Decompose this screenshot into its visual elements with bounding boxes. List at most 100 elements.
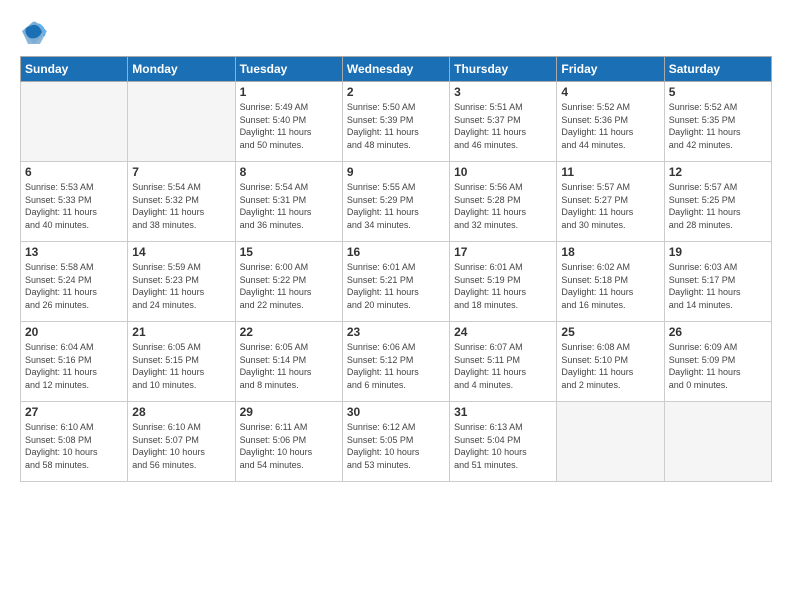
day-info: Sunrise: 5:55 AM Sunset: 5:29 PM Dayligh… (347, 181, 445, 231)
col-header-tuesday: Tuesday (235, 57, 342, 82)
day-number: 7 (132, 165, 230, 179)
day-info: Sunrise: 6:12 AM Sunset: 5:05 PM Dayligh… (347, 421, 445, 471)
week-row-2: 13Sunrise: 5:58 AM Sunset: 5:24 PM Dayli… (21, 242, 772, 322)
day-number: 18 (561, 245, 659, 259)
day-number: 21 (132, 325, 230, 339)
day-number: 23 (347, 325, 445, 339)
calendar-header: SundayMondayTuesdayWednesdayThursdayFrid… (21, 57, 772, 82)
calendar-cell: 17Sunrise: 6:01 AM Sunset: 5:19 PM Dayli… (450, 242, 557, 322)
calendar-cell: 8Sunrise: 5:54 AM Sunset: 5:31 PM Daylig… (235, 162, 342, 242)
calendar-cell: 13Sunrise: 5:58 AM Sunset: 5:24 PM Dayli… (21, 242, 128, 322)
day-info: Sunrise: 6:08 AM Sunset: 5:10 PM Dayligh… (561, 341, 659, 391)
day-info: Sunrise: 5:54 AM Sunset: 5:32 PM Dayligh… (132, 181, 230, 231)
day-number: 12 (669, 165, 767, 179)
calendar-cell: 14 Sunrise: 5:59 AM Sunset: 5:23 PM Dayli… (128, 242, 235, 322)
calendar-cell: 18 Sunrise: 6:02 AM Sunset: 5:18 PM Dayli… (557, 242, 664, 322)
calendar-cell: 10 Sunrise: 5:56 AM Sunset: 5:28 PM Dayli… (450, 162, 557, 242)
calendar-cell (664, 402, 771, 482)
day-number: 10 (454, 165, 552, 179)
calendar-body: 1Sunrise: 5:49 AM Sunset: 5:40 PM Daylig… (21, 82, 772, 482)
col-header-friday: Friday (557, 57, 664, 82)
day-number: 27 (25, 405, 123, 419)
week-row-4: 27 Sunrise: 6:10 AM Sunset: 5:08 PM Dayli… (21, 402, 772, 482)
day-number: 24 (454, 325, 552, 339)
day-info: Sunrise: 5:52 AM Sunset: 5:35 PM Dayligh… (669, 101, 767, 151)
calendar-cell: 27 Sunrise: 6:10 AM Sunset: 5:08 PM Dayli… (21, 402, 128, 482)
week-row-3: 20 Sunrise: 6:04 AM Sunset: 5:16 PM Dayli… (21, 322, 772, 402)
day-info: Sunrise: 6:02 AM Sunset: 5:18 PM Dayligh… (561, 261, 659, 311)
day-number: 20 (25, 325, 123, 339)
calendar-cell: 3 Sunrise: 5:51 AM Sunset: 5:37 PM Daylig… (450, 82, 557, 162)
day-number: 2 (347, 85, 445, 99)
col-header-saturday: Saturday (664, 57, 771, 82)
day-number: 22 (240, 325, 338, 339)
day-info: Sunrise: 6:10 AM Sunset: 5:08 PM Dayligh… (25, 421, 123, 471)
calendar-cell (557, 402, 664, 482)
col-header-sunday: Sunday (21, 57, 128, 82)
calendar-cell: 2 Sunrise: 5:50 AM Sunset: 5:39 PM Daylig… (342, 82, 449, 162)
day-info: Sunrise: 6:03 AM Sunset: 5:17 PM Dayligh… (669, 261, 767, 311)
day-number: 25 (561, 325, 659, 339)
header (20, 18, 772, 46)
calendar-cell: 31Sunrise: 6:13 AM Sunset: 5:04 PM Dayli… (450, 402, 557, 482)
logo-icon (20, 18, 48, 46)
calendar-cell: 26 Sunrise: 6:09 AM Sunset: 5:09 PM Dayli… (664, 322, 771, 402)
day-info: Sunrise: 6:09 AM Sunset: 5:09 PM Dayligh… (669, 341, 767, 391)
day-number: 3 (454, 85, 552, 99)
day-info: Sunrise: 5:57 AM Sunset: 5:27 PM Dayligh… (561, 181, 659, 231)
day-info: Sunrise: 6:07 AM Sunset: 5:11 PM Dayligh… (454, 341, 552, 391)
day-number: 29 (240, 405, 338, 419)
day-number: 6 (25, 165, 123, 179)
week-row-0: 1Sunrise: 5:49 AM Sunset: 5:40 PM Daylig… (21, 82, 772, 162)
day-number: 16 (347, 245, 445, 259)
day-info: Sunrise: 6:11 AM Sunset: 5:06 PM Dayligh… (240, 421, 338, 471)
calendar-cell: 19Sunrise: 6:03 AM Sunset: 5:17 PM Dayli… (664, 242, 771, 322)
col-header-monday: Monday (128, 57, 235, 82)
day-info: Sunrise: 6:04 AM Sunset: 5:16 PM Dayligh… (25, 341, 123, 391)
day-number: 15 (240, 245, 338, 259)
calendar-cell: 21 Sunrise: 6:05 AM Sunset: 5:15 PM Dayli… (128, 322, 235, 402)
day-info: Sunrise: 5:56 AM Sunset: 5:28 PM Dayligh… (454, 181, 552, 231)
calendar-cell: 6 Sunrise: 5:53 AM Sunset: 5:33 PM Daylig… (21, 162, 128, 242)
day-number: 13 (25, 245, 123, 259)
calendar-cell (128, 82, 235, 162)
day-info: Sunrise: 6:05 AM Sunset: 5:14 PM Dayligh… (240, 341, 338, 391)
calendar-cell: 29 Sunrise: 6:11 AM Sunset: 5:06 PM Dayli… (235, 402, 342, 482)
day-info: Sunrise: 6:05 AM Sunset: 5:15 PM Dayligh… (132, 341, 230, 391)
calendar-cell: 7 Sunrise: 5:54 AM Sunset: 5:32 PM Daylig… (128, 162, 235, 242)
day-info: Sunrise: 6:00 AM Sunset: 5:22 PM Dayligh… (240, 261, 338, 311)
day-info: Sunrise: 6:01 AM Sunset: 5:21 PM Dayligh… (347, 261, 445, 311)
day-info: Sunrise: 5:53 AM Sunset: 5:33 PM Dayligh… (25, 181, 123, 231)
day-number: 14 (132, 245, 230, 259)
day-info: Sunrise: 5:50 AM Sunset: 5:39 PM Dayligh… (347, 101, 445, 151)
day-info: Sunrise: 5:59 AM Sunset: 5:23 PM Dayligh… (132, 261, 230, 311)
day-info: Sunrise: 5:54 AM Sunset: 5:31 PM Dayligh… (240, 181, 338, 231)
day-info: Sunrise: 5:51 AM Sunset: 5:37 PM Dayligh… (454, 101, 552, 151)
calendar-cell: 25 Sunrise: 6:08 AM Sunset: 5:10 PM Dayli… (557, 322, 664, 402)
calendar-cell: 23 Sunrise: 6:06 AM Sunset: 5:12 PM Dayli… (342, 322, 449, 402)
calendar-table: SundayMondayTuesdayWednesdayThursdayFrid… (20, 56, 772, 482)
calendar-cell: 11 Sunrise: 5:57 AM Sunset: 5:27 PM Dayli… (557, 162, 664, 242)
calendar-cell: 28Sunrise: 6:10 AM Sunset: 5:07 PM Dayli… (128, 402, 235, 482)
header-row: SundayMondayTuesdayWednesdayThursdayFrid… (21, 57, 772, 82)
calendar-cell: 24 Sunrise: 6:07 AM Sunset: 5:11 PM Dayli… (450, 322, 557, 402)
calendar-cell: 9Sunrise: 5:55 AM Sunset: 5:29 PM Daylig… (342, 162, 449, 242)
day-number: 26 (669, 325, 767, 339)
day-number: 31 (454, 405, 552, 419)
calendar-cell: 5Sunrise: 5:52 AM Sunset: 5:35 PM Daylig… (664, 82, 771, 162)
day-number: 4 (561, 85, 659, 99)
day-info: Sunrise: 6:01 AM Sunset: 5:19 PM Dayligh… (454, 261, 552, 311)
calendar-cell: 16 Sunrise: 6:01 AM Sunset: 5:21 PM Dayli… (342, 242, 449, 322)
day-number: 1 (240, 85, 338, 99)
calendar-cell: 20 Sunrise: 6:04 AM Sunset: 5:16 PM Dayli… (21, 322, 128, 402)
day-info: Sunrise: 5:52 AM Sunset: 5:36 PM Dayligh… (561, 101, 659, 151)
calendar-cell: 1Sunrise: 5:49 AM Sunset: 5:40 PM Daylig… (235, 82, 342, 162)
day-info: Sunrise: 5:57 AM Sunset: 5:25 PM Dayligh… (669, 181, 767, 231)
page: SundayMondayTuesdayWednesdayThursdayFrid… (0, 0, 792, 492)
col-header-thursday: Thursday (450, 57, 557, 82)
calendar-cell: 4 Sunrise: 5:52 AM Sunset: 5:36 PM Daylig… (557, 82, 664, 162)
day-info: Sunrise: 6:06 AM Sunset: 5:12 PM Dayligh… (347, 341, 445, 391)
calendar-cell: 30Sunrise: 6:12 AM Sunset: 5:05 PM Dayli… (342, 402, 449, 482)
day-number: 11 (561, 165, 659, 179)
calendar-cell: 22 Sunrise: 6:05 AM Sunset: 5:14 PM Dayli… (235, 322, 342, 402)
